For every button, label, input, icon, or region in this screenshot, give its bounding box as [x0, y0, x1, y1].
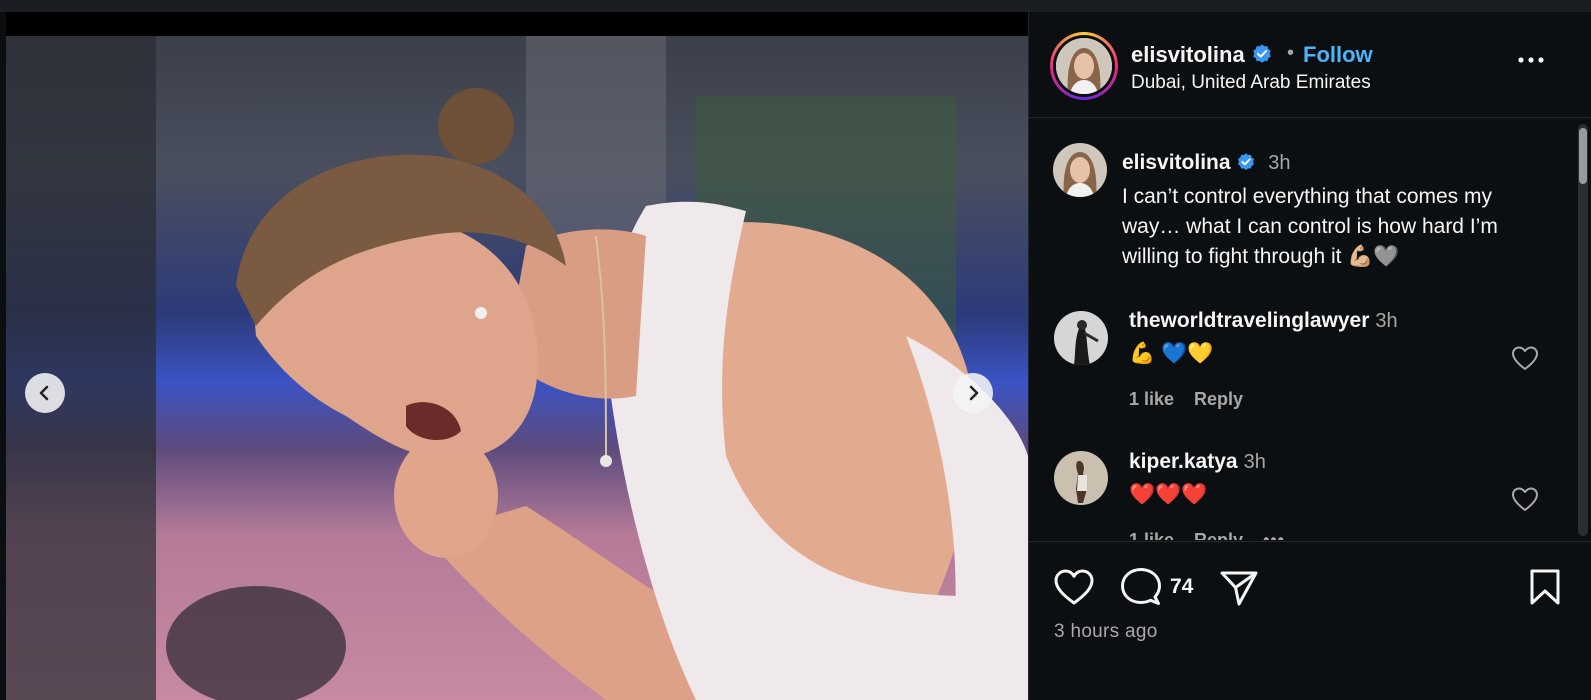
heart-icon[interactable] — [1511, 345, 1539, 371]
caption-author: elisvitolina 3h — [1122, 151, 1290, 175]
chevron-right-icon — [969, 385, 979, 401]
verified-badge-icon — [1253, 44, 1271, 63]
follow-button[interactable]: Follow — [1303, 42, 1373, 68]
athlete-photo-illustration — [6, 36, 1028, 700]
like-heart-icon[interactable] — [1053, 568, 1095, 606]
post-header: elisvitolina • Follow Dubai, United Arab… — [1029, 12, 1591, 118]
comment-text: ❤️❤️❤️ — [1129, 483, 1208, 506]
post-side-panel: elisvitolina • Follow Dubai, United Arab… — [1028, 12, 1591, 700]
avatar — [1056, 38, 1112, 94]
comment-likes-link[interactable]: 1 like — [1129, 530, 1174, 540]
previous-media-button[interactable] — [25, 373, 65, 413]
comment-author: kiper.katya 3h — [1129, 450, 1266, 474]
post-location[interactable]: Dubai, United Arab Emirates — [1131, 72, 1371, 94]
comment-time[interactable]: 3h — [1375, 310, 1397, 332]
comment-count: 74 — [1170, 575, 1194, 598]
comment-icon[interactable] — [1120, 567, 1162, 607]
share-icon[interactable] — [1219, 569, 1259, 607]
comment-meta: 1 like Reply — [1129, 389, 1263, 410]
header-username[interactable]: elisvitolina — [1131, 42, 1273, 68]
story-ring-avatar[interactable] — [1050, 32, 1118, 100]
comment-username[interactable]: theworldtravelinglawyer — [1129, 309, 1369, 332]
comment-time[interactable]: 3h — [1244, 451, 1266, 473]
separator-dot: • — [1287, 42, 1295, 64]
post-photo — [6, 36, 1028, 700]
comments-list[interactable]: elisvitolina 3h I can’t control everythi… — [1029, 119, 1591, 540]
bookmark-icon[interactable] — [1528, 568, 1562, 606]
comment-avatar[interactable] — [1054, 311, 1108, 365]
heart-icon[interactable] — [1511, 486, 1539, 512]
comment-likes-link[interactable]: 1 like — [1129, 389, 1174, 409]
caption-username[interactable]: elisvitolina — [1122, 151, 1231, 174]
post-media — [6, 12, 1028, 700]
verified-badge-icon — [1238, 153, 1255, 171]
comments-scrollbar[interactable] — [1578, 124, 1588, 536]
next-media-button[interactable] — [953, 373, 993, 413]
comment-author: theworldtravelinglawyer 3h — [1129, 309, 1398, 333]
comment-reply-link[interactable]: Reply — [1194, 530, 1243, 540]
caption-avatar[interactable] — [1053, 143, 1107, 197]
post-time-ago[interactable]: 3 hours ago — [1054, 621, 1158, 643]
caption-text: I can’t control everything that comes my… — [1122, 185, 1498, 268]
comment-more-options[interactable]: ••• — [1263, 530, 1285, 540]
window-top-bar — [0, 0, 1591, 12]
chevron-left-icon — [39, 385, 49, 401]
comment-avatar[interactable] — [1054, 451, 1108, 505]
post-actions-bar: 74 3 hours ago — [1029, 541, 1591, 700]
caption-time[interactable]: 3h — [1268, 152, 1290, 174]
comment-reply-link[interactable]: Reply — [1194, 389, 1243, 409]
comment-username[interactable]: kiper.katya — [1129, 450, 1238, 473]
more-horizontal-icon[interactable] — [1515, 50, 1547, 70]
comment-meta: 1 like Reply ••• — [1129, 530, 1305, 540]
scrollbar-thumb[interactable] — [1579, 128, 1587, 184]
comment-text: 💪 💙💛 — [1129, 342, 1214, 365]
